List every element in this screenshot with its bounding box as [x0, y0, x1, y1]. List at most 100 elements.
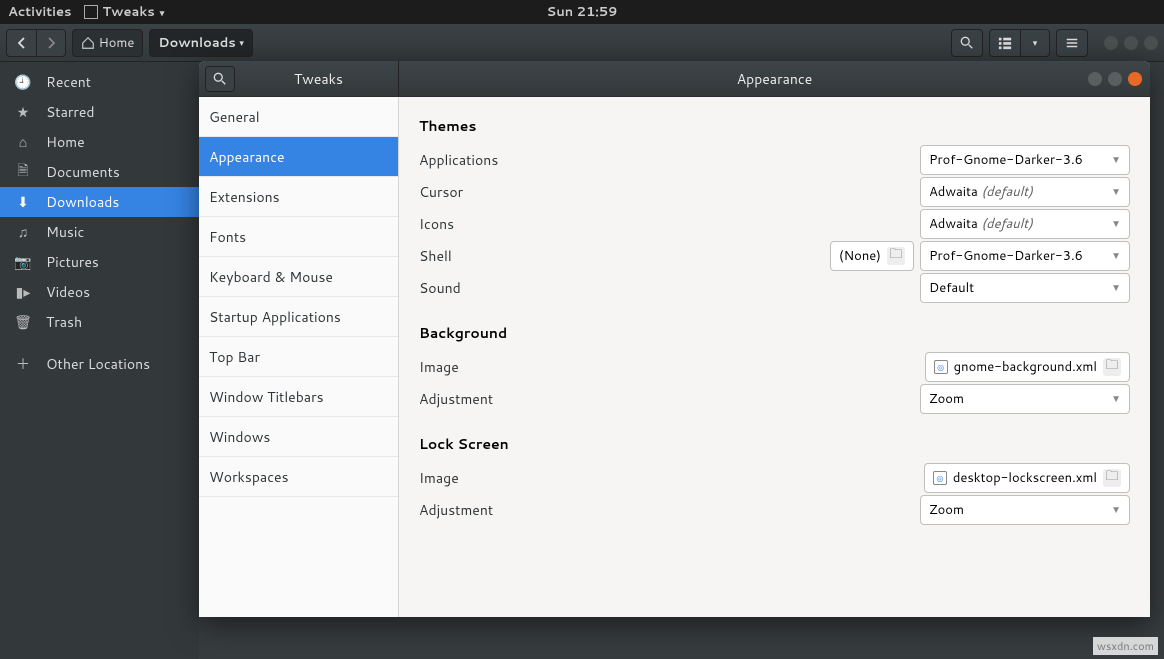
- nav-keyboard-mouse[interactable]: Keyboard & Mouse: [199, 257, 398, 297]
- nav-topbar[interactable]: Top Bar: [199, 337, 398, 377]
- combo-value: Adwaita (default): [929, 183, 1107, 201]
- path-home-button[interactable]: Home: [72, 29, 143, 57]
- label-adjustment: Adjustment: [419, 500, 493, 520]
- tweaks-subtitle: Tweaks: [294, 69, 343, 89]
- sidebar-label: Music: [46, 222, 84, 242]
- nav-appearance[interactable]: Appearance: [199, 137, 398, 177]
- combo-lock-adjustment[interactable]: Zoom ▼: [920, 495, 1130, 525]
- activities-button[interactable]: Activities: [8, 3, 72, 21]
- combo-value: Prof-Gnome-Darker-3.6: [929, 151, 1107, 169]
- nav-fonts[interactable]: Fonts: [199, 217, 398, 257]
- maximize-button[interactable]: [1108, 72, 1122, 86]
- file-open-icon: 🗀: [1103, 469, 1121, 487]
- search-button[interactable]: [951, 29, 983, 57]
- home-icon: [81, 36, 95, 50]
- close-button[interactable]: [1144, 36, 1158, 50]
- shell-picker-button[interactable]: (None) 🗀: [830, 241, 914, 271]
- combo-cursor-theme[interactable]: Adwaita (default) ▼: [920, 177, 1130, 207]
- app-menu[interactable]: Tweaks ▾: [84, 3, 165, 21]
- minimize-button[interactable]: [1088, 72, 1102, 86]
- combo-value: Prof-Gnome-Darker-3.6: [929, 247, 1107, 265]
- sidebar-item-other-locations[interactable]: ＋Other Locations: [0, 349, 199, 379]
- tweaks-search-button[interactable]: [205, 66, 235, 92]
- close-button[interactable]: [1128, 72, 1142, 86]
- section-themes: Themes: [419, 116, 1130, 136]
- sidebar-label: Trash: [46, 312, 82, 332]
- tweaks-sidebar: General Appearance Extensions Fonts Keyb…: [199, 97, 399, 617]
- view-toggle-button[interactable]: [989, 29, 1020, 57]
- sidebar-label: Starred: [46, 102, 95, 122]
- gnome-top-panel: Activities Tweaks ▾ Sun 21:59: [0, 0, 1164, 24]
- combo-icons-theme[interactable]: Adwaita (default) ▼: [920, 209, 1130, 239]
- shell-none-label: (None): [839, 247, 881, 265]
- chevron-down-icon: ▼: [1111, 217, 1121, 231]
- row-cursor: Cursor Adwaita (default) ▼: [419, 176, 1130, 208]
- nav-titlebars[interactable]: Window Titlebars: [199, 377, 398, 417]
- sidebar-label: Pictures: [46, 252, 99, 272]
- plus-icon: ＋: [14, 354, 32, 374]
- combo-sound-theme[interactable]: Default ▼: [920, 273, 1130, 303]
- lock-image-picker[interactable]: ◎ desktop-lockscreen.xml 🗀: [924, 463, 1130, 493]
- file-label: gnome-background.xml: [954, 358, 1097, 376]
- nautilus-sidebar: 🕘Recent ★Starred ⌂Home 🗎Documents ⬇Downl…: [0, 62, 199, 659]
- sidebar-item-videos[interactable]: ▮▸Videos: [0, 277, 199, 307]
- row-bg-image: Image ◎ gnome-background.xml 🗀: [419, 351, 1130, 383]
- trash-icon: 🗑: [14, 312, 32, 332]
- minimize-button[interactable]: [1104, 36, 1118, 50]
- chevron-down-icon: ▾: [160, 6, 165, 19]
- tweaks-headerbar: Tweaks Appearance: [199, 61, 1150, 97]
- file-label: desktop-lockscreen.xml: [953, 469, 1097, 487]
- sidebar-item-trash[interactable]: 🗑 Trash: [0, 307, 199, 337]
- nav-windows[interactable]: Windows: [199, 417, 398, 457]
- chevron-down-icon: ▼: [1111, 281, 1121, 295]
- file-open-icon: 🗀: [1103, 358, 1121, 376]
- path-home-label: Home: [99, 34, 135, 52]
- nav-forward-button[interactable]: [36, 29, 66, 57]
- sidebar-label: Recent: [46, 72, 91, 92]
- nav-startup[interactable]: Startup Applications: [199, 297, 398, 337]
- label-shell: Shell: [419, 246, 452, 266]
- file-open-icon: 🗀: [887, 247, 905, 265]
- section-background: Background: [419, 323, 1130, 343]
- hamburger-icon: [1065, 36, 1079, 50]
- row-lock-image: Image ◎ desktop-lockscreen.xml 🗀: [419, 462, 1130, 494]
- label-cursor: Cursor: [419, 182, 463, 202]
- row-shell: Shell (None) 🗀 Prof-Gnome-Darker-3.6 ▼: [419, 240, 1130, 272]
- combo-shell-theme[interactable]: Prof-Gnome-Darker-3.6 ▼: [920, 241, 1130, 271]
- sidebar-item-starred[interactable]: ★Starred: [0, 97, 199, 127]
- clock[interactable]: Sun 21:59: [547, 3, 618, 21]
- nav-workspaces[interactable]: Workspaces: [199, 457, 398, 497]
- maximize-button[interactable]: [1124, 36, 1138, 50]
- sidebar-label: Home: [46, 132, 85, 152]
- nav-extensions[interactable]: Extensions: [199, 177, 398, 217]
- nav-general[interactable]: General: [199, 97, 398, 137]
- sidebar-item-documents[interactable]: 🗎Documents: [0, 157, 199, 187]
- section-lockscreen: Lock Screen: [419, 434, 1130, 454]
- tweaks-content: Themes Applications Prof-Gnome-Darker-3.…: [399, 97, 1150, 617]
- sidebar-label: Documents: [46, 162, 120, 182]
- view-options-button[interactable]: ▾: [1020, 29, 1050, 57]
- label-adjustment: Adjustment: [419, 389, 493, 409]
- search-icon: [213, 72, 227, 86]
- sidebar-item-downloads[interactable]: ⬇Downloads: [0, 187, 199, 217]
- combo-applications-theme[interactable]: Prof-Gnome-Darker-3.6 ▼: [920, 145, 1130, 175]
- sidebar-label: Downloads: [46, 192, 119, 212]
- nav-back-button[interactable]: [6, 29, 36, 57]
- combo-bg-adjustment[interactable]: Zoom ▼: [920, 384, 1130, 414]
- sidebar-item-home[interactable]: ⌂Home: [0, 127, 199, 157]
- bg-image-picker[interactable]: ◎ gnome-background.xml 🗀: [925, 352, 1130, 382]
- app-menu-label: Tweaks: [103, 3, 155, 21]
- sidebar-item-pictures[interactable]: 📷Pictures: [0, 247, 199, 277]
- label-image: Image: [419, 357, 459, 377]
- combo-value: Default: [929, 279, 1107, 297]
- chevron-down-icon: ▼: [1111, 392, 1121, 406]
- hamburger-menu-button[interactable]: [1056, 29, 1088, 57]
- combo-value: Zoom: [929, 390, 1107, 408]
- path-current-button[interactable]: Downloads ▾: [149, 29, 252, 57]
- xml-file-icon: ◎: [933, 471, 947, 485]
- sidebar-item-recent[interactable]: 🕘Recent: [0, 67, 199, 97]
- label-image: Image: [419, 468, 459, 488]
- row-icons: Icons Adwaita (default) ▼: [419, 208, 1130, 240]
- music-icon: ♫: [14, 222, 32, 242]
- sidebar-item-music[interactable]: ♫ Music: [0, 217, 199, 247]
